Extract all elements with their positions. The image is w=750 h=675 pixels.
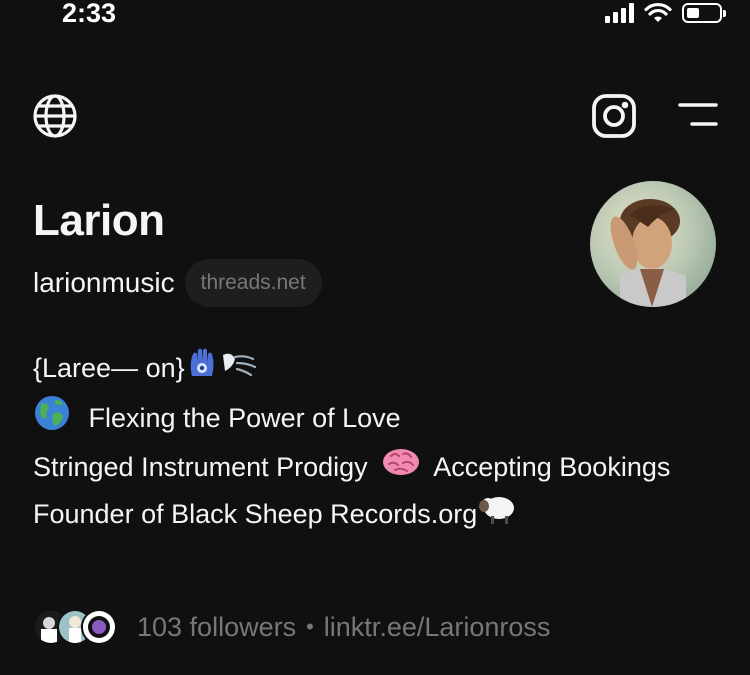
follower-avatar xyxy=(81,609,117,645)
profile-link[interactable]: linktr.ee/Larionross xyxy=(324,612,551,643)
earth-globe-icon xyxy=(33,394,71,446)
bio: {Laree— on} Flexing the Power of Love St… xyxy=(33,345,673,540)
globe-icon[interactable] xyxy=(32,93,78,139)
hamsa-icon xyxy=(185,346,219,394)
status-bar: 2:33 xyxy=(0,0,750,40)
domain-badge[interactable]: threads.net xyxy=(184,259,322,307)
bio-text-1: {Laree— on} xyxy=(33,353,185,383)
bio-line-4: Founder of Black Sheep Records.org xyxy=(33,491,673,540)
battery-icon xyxy=(682,3,726,23)
followers-row: 103 followers • linktr.ee/Larionross xyxy=(33,605,550,649)
separator-dot: • xyxy=(306,614,314,639)
brain-icon xyxy=(381,446,421,491)
wind-blowing-icon xyxy=(219,347,259,393)
bio-text-2: Flexing the Power of Love xyxy=(88,403,401,433)
bio-line-2: Flexing the Power of Love xyxy=(33,394,673,446)
bio-text-3a: Stringed Instrument Prodigy xyxy=(33,451,368,482)
profile-display-name: Larion xyxy=(33,196,165,245)
status-icons xyxy=(605,2,726,24)
wifi-icon xyxy=(644,2,672,22)
bio-text-3b: Accepting Bookings xyxy=(433,451,671,482)
profile-username: larionmusic xyxy=(33,267,175,298)
bio-line-3: Stringed Instrument Prodigy Accepting Bo… xyxy=(33,446,673,491)
follower-avatars[interactable] xyxy=(33,609,117,645)
avatar[interactable] xyxy=(590,181,716,307)
bio-line-1: {Laree— on} xyxy=(33,345,673,394)
cellular-signal-icon xyxy=(605,3,634,23)
followers-count[interactable]: 103 followers xyxy=(137,612,296,643)
bio-text-4: Founder of Black Sheep Records.org xyxy=(33,499,478,530)
status-time: 2:33 xyxy=(62,0,117,28)
sheep-icon xyxy=(477,492,517,540)
menu-icon[interactable] xyxy=(676,100,720,130)
instagram-icon[interactable] xyxy=(590,92,638,140)
username-row: larionmusic threads.net xyxy=(33,258,322,308)
